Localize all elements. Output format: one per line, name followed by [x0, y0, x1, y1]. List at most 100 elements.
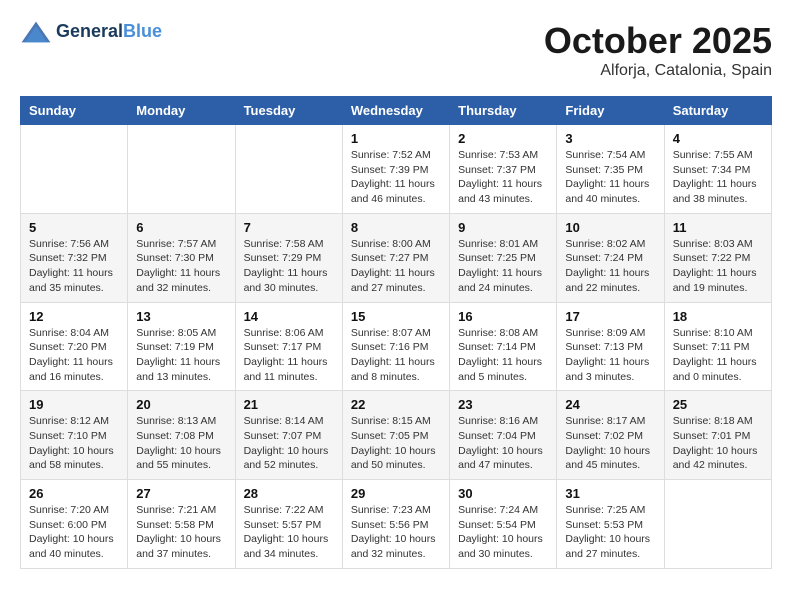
day-info: Sunrise: 8:00 AM Sunset: 7:27 PM Dayligh…: [351, 237, 441, 296]
calendar-cell: [664, 480, 771, 569]
calendar-cell: 15Sunrise: 8:07 AM Sunset: 7:16 PM Dayli…: [342, 302, 449, 391]
day-number: 1: [351, 131, 441, 146]
day-info: Sunrise: 7:57 AM Sunset: 7:30 PM Dayligh…: [136, 237, 226, 296]
logo: GeneralBlue: [20, 20, 162, 44]
location: Alforja, Catalonia, Spain: [544, 62, 772, 80]
day-number: 7: [244, 220, 334, 235]
day-info: Sunrise: 7:56 AM Sunset: 7:32 PM Dayligh…: [29, 237, 119, 296]
calendar-cell: 3 Sunrise: 7:54 AM Sunset: 7:35 PM Daylig…: [557, 125, 664, 214]
calendar-cell: 1 Sunrise: 7:52 AM Sunset: 7:39 PM Daylig…: [342, 125, 449, 214]
day-number: 28: [244, 486, 334, 501]
calendar-cell: 6 Sunrise: 7:57 AM Sunset: 7:30 PM Daylig…: [128, 213, 235, 302]
calendar-week-row: 1 Sunrise: 7:52 AM Sunset: 7:39 PM Daylig…: [21, 125, 772, 214]
day-number: 2: [458, 131, 548, 146]
day-info: Sunrise: 7:53 AM Sunset: 7:37 PM Dayligh…: [458, 148, 548, 207]
day-info: Sunrise: 8:12 AM Sunset: 7:10 PM Dayligh…: [29, 414, 119, 473]
day-number: 4: [673, 131, 763, 146]
day-number: 18: [673, 309, 763, 324]
day-info: Sunrise: 8:15 AM Sunset: 7:05 PM Dayligh…: [351, 414, 441, 473]
day-info: Sunrise: 7:21 AM Sunset: 5:58 PM Dayligh…: [136, 503, 226, 562]
weekday-header-cell: Tuesday: [235, 97, 342, 125]
day-number: 16: [458, 309, 548, 324]
day-info: Sunrise: 8:13 AM Sunset: 7:08 PM Dayligh…: [136, 414, 226, 473]
calendar-cell: 21 Sunrise: 8:14 AM Sunset: 7:07 PM Dayli…: [235, 391, 342, 480]
calendar-week-row: 26Sunrise: 7:20 AM Sunset: 6:00 PM Dayli…: [21, 480, 772, 569]
day-number: 5: [29, 220, 119, 235]
calendar-cell: 11Sunrise: 8:03 AM Sunset: 7:22 PM Dayli…: [664, 213, 771, 302]
day-number: 24: [565, 397, 655, 412]
day-number: 20: [136, 397, 226, 412]
day-number: 12: [29, 309, 119, 324]
day-number: 31: [565, 486, 655, 501]
day-info: Sunrise: 7:25 AM Sunset: 5:53 PM Dayligh…: [565, 503, 655, 562]
day-number: 30: [458, 486, 548, 501]
day-number: 9: [458, 220, 548, 235]
calendar-cell: 8 Sunrise: 8:00 AM Sunset: 7:27 PM Daylig…: [342, 213, 449, 302]
day-number: 27: [136, 486, 226, 501]
day-info: Sunrise: 8:02 AM Sunset: 7:24 PM Dayligh…: [565, 237, 655, 296]
calendar-week-row: 5 Sunrise: 7:56 AM Sunset: 7:32 PM Daylig…: [21, 213, 772, 302]
page-header: GeneralBlue October 2025 Alforja, Catalo…: [20, 20, 772, 80]
calendar-cell: 16Sunrise: 8:08 AM Sunset: 7:14 PM Dayli…: [450, 302, 557, 391]
weekday-header-cell: Friday: [557, 97, 664, 125]
calendar-cell: 22 Sunrise: 8:15 AM Sunset: 7:05 PM Dayli…: [342, 391, 449, 480]
calendar-cell: [235, 125, 342, 214]
weekday-header-row: SundayMondayTuesdayWednesdayThursdayFrid…: [21, 97, 772, 125]
day-number: 17: [565, 309, 655, 324]
day-info: Sunrise: 7:24 AM Sunset: 5:54 PM Dayligh…: [458, 503, 548, 562]
calendar-cell: 20 Sunrise: 8:13 AM Sunset: 7:08 PM Dayli…: [128, 391, 235, 480]
day-info: Sunrise: 8:10 AM Sunset: 7:11 PM Dayligh…: [673, 326, 763, 385]
calendar-cell: 30 Sunrise: 7:24 AM Sunset: 5:54 PM Dayli…: [450, 480, 557, 569]
calendar-cell: 10Sunrise: 8:02 AM Sunset: 7:24 PM Dayli…: [557, 213, 664, 302]
calendar-cell: 12 Sunrise: 8:04 AM Sunset: 7:20 PM Dayli…: [21, 302, 128, 391]
calendar-cell: 19 Sunrise: 8:12 AM Sunset: 7:10 PM Dayli…: [21, 391, 128, 480]
day-number: 8: [351, 220, 441, 235]
day-info: Sunrise: 8:01 AM Sunset: 7:25 PM Dayligh…: [458, 237, 548, 296]
day-info: Sunrise: 7:58 AM Sunset: 7:29 PM Dayligh…: [244, 237, 334, 296]
calendar-cell: 26Sunrise: 7:20 AM Sunset: 6:00 PM Dayli…: [21, 480, 128, 569]
day-info: Sunrise: 7:55 AM Sunset: 7:34 PM Dayligh…: [673, 148, 763, 207]
calendar-cell: 4 Sunrise: 7:55 AM Sunset: 7:34 PM Daylig…: [664, 125, 771, 214]
day-number: 26: [29, 486, 119, 501]
day-info: Sunrise: 8:16 AM Sunset: 7:04 PM Dayligh…: [458, 414, 548, 473]
calendar-cell: 2 Sunrise: 7:53 AM Sunset: 7:37 PM Daylig…: [450, 125, 557, 214]
day-info: Sunrise: 7:52 AM Sunset: 7:39 PM Dayligh…: [351, 148, 441, 207]
calendar-week-row: 19 Sunrise: 8:12 AM Sunset: 7:10 PM Dayli…: [21, 391, 772, 480]
calendar-cell: [128, 125, 235, 214]
calendar-cell: 23Sunrise: 8:16 AM Sunset: 7:04 PM Dayli…: [450, 391, 557, 480]
day-info: Sunrise: 8:14 AM Sunset: 7:07 PM Dayligh…: [244, 414, 334, 473]
weekday-header-cell: Saturday: [664, 97, 771, 125]
weekday-header-cell: Monday: [128, 97, 235, 125]
day-number: 14: [244, 309, 334, 324]
day-info: Sunrise: 8:05 AM Sunset: 7:19 PM Dayligh…: [136, 326, 226, 385]
calendar-cell: 29 Sunrise: 7:23 AM Sunset: 5:56 PM Dayli…: [342, 480, 449, 569]
day-number: 19: [29, 397, 119, 412]
day-number: 3: [565, 131, 655, 146]
day-number: 15: [351, 309, 441, 324]
calendar-cell: 5 Sunrise: 7:56 AM Sunset: 7:32 PM Daylig…: [21, 213, 128, 302]
calendar-cell: 27 Sunrise: 7:21 AM Sunset: 5:58 PM Dayli…: [128, 480, 235, 569]
weekday-header-cell: Wednesday: [342, 97, 449, 125]
day-number: 21: [244, 397, 334, 412]
logo-text: GeneralBlue: [56, 22, 162, 42]
day-number: 13: [136, 309, 226, 324]
day-info: Sunrise: 7:23 AM Sunset: 5:56 PM Dayligh…: [351, 503, 441, 562]
day-info: Sunrise: 7:54 AM Sunset: 7:35 PM Dayligh…: [565, 148, 655, 207]
weekday-header-cell: Sunday: [21, 97, 128, 125]
day-info: Sunrise: 8:03 AM Sunset: 7:22 PM Dayligh…: [673, 237, 763, 296]
day-number: 22: [351, 397, 441, 412]
day-number: 29: [351, 486, 441, 501]
month-title: October 2025: [544, 20, 772, 62]
calendar-cell: 7 Sunrise: 7:58 AM Sunset: 7:29 PM Daylig…: [235, 213, 342, 302]
logo-icon: [20, 20, 52, 44]
title-block: October 2025 Alforja, Catalonia, Spain: [544, 20, 772, 80]
calendar-week-row: 12 Sunrise: 8:04 AM Sunset: 7:20 PM Dayli…: [21, 302, 772, 391]
calendar-cell: 18 Sunrise: 8:10 AM Sunset: 7:11 PM Dayli…: [664, 302, 771, 391]
calendar-body: 1 Sunrise: 7:52 AM Sunset: 7:39 PM Daylig…: [21, 125, 772, 569]
day-number: 25: [673, 397, 763, 412]
calendar-cell: [21, 125, 128, 214]
calendar-cell: 14Sunrise: 8:06 AM Sunset: 7:17 PM Dayli…: [235, 302, 342, 391]
day-number: 6: [136, 220, 226, 235]
day-info: Sunrise: 8:18 AM Sunset: 7:01 PM Dayligh…: [673, 414, 763, 473]
day-info: Sunrise: 8:04 AM Sunset: 7:20 PM Dayligh…: [29, 326, 119, 385]
